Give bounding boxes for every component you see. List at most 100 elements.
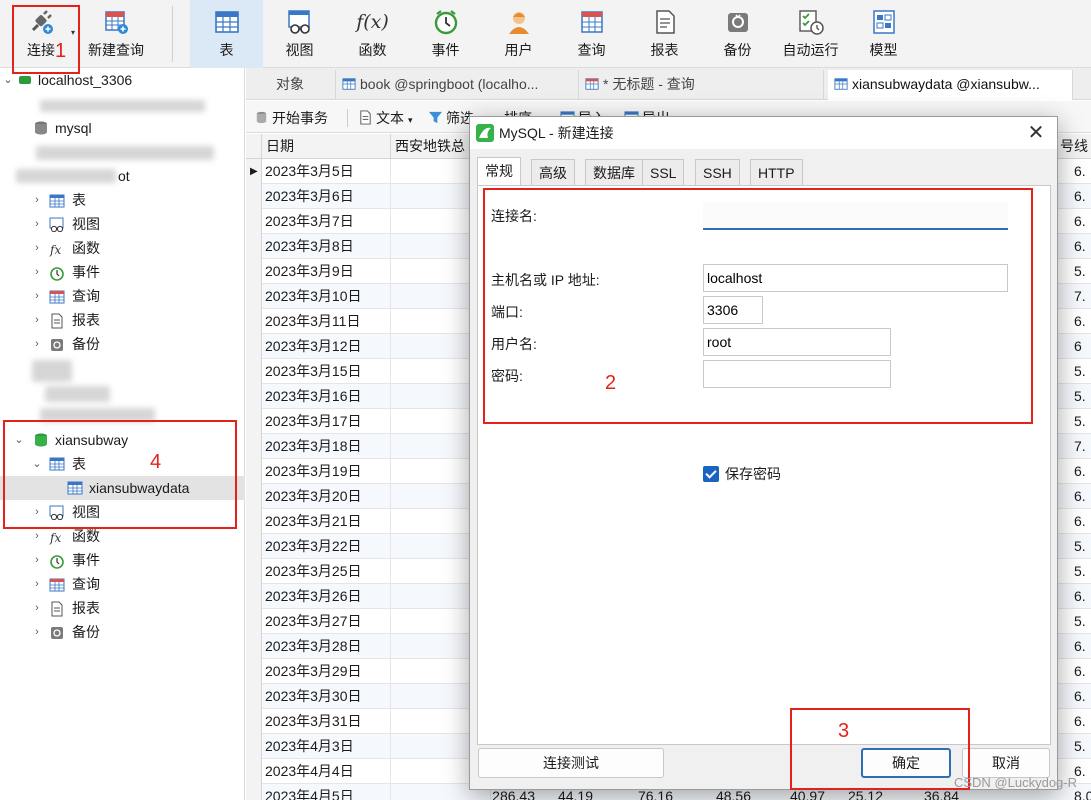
column-header-date[interactable]: 日期 <box>262 134 391 159</box>
row-marker[interactable] <box>246 684 262 709</box>
row-marker[interactable] <box>246 634 262 659</box>
cell-date[interactable]: 2023年3月7日 <box>262 209 391 234</box>
row-marker[interactable] <box>246 484 262 509</box>
cell-date[interactable]: 2023年3月27日 <box>262 609 391 634</box>
chevron-right-icon[interactable]: › <box>31 554 43 566</box>
cell-line[interactable]: 5. <box>1056 259 1091 284</box>
cell-line[interactable]: 6. <box>1056 184 1091 209</box>
save-password-label[interactable]: 保存密码 <box>725 464 781 484</box>
tree-object-group[interactable]: › 事件 <box>0 260 245 284</box>
cell-date[interactable]: 2023年3月29日 <box>262 659 391 684</box>
cell-date[interactable]: 2023年4月5日 <box>262 784 391 800</box>
row-marker[interactable] <box>246 709 262 734</box>
tree-object-group[interactable]: › 事件 <box>0 548 245 572</box>
cell-line[interactable]: 7. <box>1056 284 1091 309</box>
cell-line[interactable]: 5. <box>1056 359 1091 384</box>
cell-date[interactable]: 2023年3月19日 <box>262 459 391 484</box>
tree-object-group[interactable]: › 报表 <box>0 308 245 332</box>
begin-transaction-button[interactable]: 开始事务 <box>252 107 328 129</box>
tree-object-group[interactable]: › 表 <box>0 188 245 212</box>
cell-line[interactable]: 6. <box>1056 684 1091 709</box>
test-connection-button[interactable]: 连接测试 <box>478 748 664 778</box>
toolbar-event-button[interactable]: 事件 <box>409 0 482 68</box>
chevron-right-icon[interactable]: › <box>31 218 43 230</box>
row-marker[interactable] <box>246 459 262 484</box>
cell-line[interactable]: 6. <box>1056 234 1091 259</box>
tree-object-group[interactable]: › fx 函数 <box>0 236 245 260</box>
cell-date[interactable]: 2023年3月16日 <box>262 384 391 409</box>
cell-date[interactable]: 2023年3月28日 <box>262 634 391 659</box>
cell-date[interactable]: 2023年3月8日 <box>262 234 391 259</box>
toolbar-view-button[interactable]: 视图 <box>263 0 336 68</box>
cell-date[interactable]: 2023年3月25日 <box>262 559 391 584</box>
tree-object-group[interactable]: › 视图 <box>0 212 245 236</box>
column-header-line[interactable]: 号线 <box>1056 134 1091 159</box>
row-marker[interactable] <box>246 284 262 309</box>
cell-date[interactable]: 2023年3月12日 <box>262 334 391 359</box>
row-marker[interactable] <box>246 734 262 759</box>
row-marker[interactable] <box>246 359 262 384</box>
chevron-right-icon[interactable]: › <box>31 626 43 638</box>
cell-date[interactable]: 2023年3月18日 <box>262 434 391 459</box>
toolbar-model-button[interactable]: 模型 <box>847 0 920 68</box>
cell-date[interactable]: 2023年3月15日 <box>262 359 391 384</box>
row-marker[interactable] <box>246 184 262 209</box>
tree-db-mysql[interactable]: mysql <box>0 116 245 140</box>
cell-line[interactable]: 5. <box>1056 409 1091 434</box>
cell-line[interactable]: 6 <box>1056 334 1091 359</box>
cell-line[interactable]: 5. <box>1056 384 1091 409</box>
filter-button[interactable]: 筛选 <box>426 107 474 129</box>
dialog-tab-ssh[interactable]: SSH <box>695 159 740 185</box>
row-marker[interactable] <box>246 309 262 334</box>
tree-object-group[interactable]: › 查询 <box>0 572 245 596</box>
row-marker[interactable] <box>246 209 262 234</box>
row-marker[interactable] <box>246 259 262 284</box>
dialog-tab-advanced[interactable]: 高级 <box>531 159 575 185</box>
tree-object-group[interactable]: › 备份 <box>0 620 245 644</box>
cell-date[interactable]: 2023年3月26日 <box>262 584 391 609</box>
chevron-right-icon[interactable]: › <box>31 266 43 278</box>
cell-date[interactable]: 2023年3月30日 <box>262 684 391 709</box>
chevron-right-icon[interactable]: › <box>31 578 43 590</box>
cell-date[interactable]: 2023年4月4日 <box>262 759 391 784</box>
row-marker[interactable] <box>246 784 262 800</box>
row-marker[interactable] <box>246 534 262 559</box>
cell-line[interactable]: 6. <box>1056 509 1091 534</box>
row-marker[interactable] <box>246 334 262 359</box>
dialog-titlebar[interactable]: MySQL - 新建连接 ✕ <box>470 117 1057 149</box>
tree-db-partial[interactable]: ot <box>0 164 245 188</box>
row-marker[interactable] <box>246 659 262 684</box>
cell-date[interactable]: 2023年3月11日 <box>262 309 391 334</box>
cell-date[interactable]: 2023年3月20日 <box>262 484 391 509</box>
row-marker[interactable] <box>246 384 262 409</box>
tab-untitled-query[interactable]: * 无标题 - 查询 <box>579 70 824 100</box>
chevron-right-icon[interactable]: › <box>31 602 43 614</box>
tree-object-group[interactable]: › 报表 <box>0 596 245 620</box>
cell-line[interactable]: 6. <box>1056 709 1091 734</box>
row-marker[interactable]: ▶ <box>246 159 262 184</box>
toolbar-query-button[interactable]: 查询 <box>555 0 628 68</box>
cell-line[interactable]: 6. <box>1056 584 1091 609</box>
cell-line[interactable]: 6. <box>1056 159 1091 184</box>
cell-line[interactable]: 5. <box>1056 609 1091 634</box>
toolbar-user-button[interactable]: 用户 <box>482 0 555 68</box>
chevron-right-icon[interactable]: › <box>31 194 43 206</box>
cell-date[interactable]: 2023年3月22日 <box>262 534 391 559</box>
cell-date[interactable]: 2023年3月10日 <box>262 284 391 309</box>
cell-line[interactable]: 5. <box>1056 734 1091 759</box>
cell-date[interactable]: 2023年3月6日 <box>262 184 391 209</box>
chevron-right-icon[interactable]: › <box>31 338 43 350</box>
cell-line[interactable]: 6. <box>1056 209 1091 234</box>
toolbar-report-button[interactable]: 报表 <box>628 0 701 68</box>
cell-line[interactable]: 6. <box>1056 659 1091 684</box>
cell-date[interactable]: 2023年4月3日 <box>262 734 391 759</box>
dialog-tab-database[interactable]: 数据库 <box>585 159 643 185</box>
toolbar-function-button[interactable]: f(x) 函数 <box>336 0 409 68</box>
cell-line[interactable]: 5. <box>1056 534 1091 559</box>
toolbar-backup-button[interactable]: 备份 <box>701 0 774 68</box>
row-marker[interactable] <box>246 409 262 434</box>
cell-line[interactable]: 6. <box>1056 309 1091 334</box>
cell-line[interactable]: 6. <box>1056 484 1091 509</box>
dialog-tab-general[interactable]: 常规 <box>477 157 521 185</box>
chevron-right-icon[interactable]: › <box>31 242 43 254</box>
